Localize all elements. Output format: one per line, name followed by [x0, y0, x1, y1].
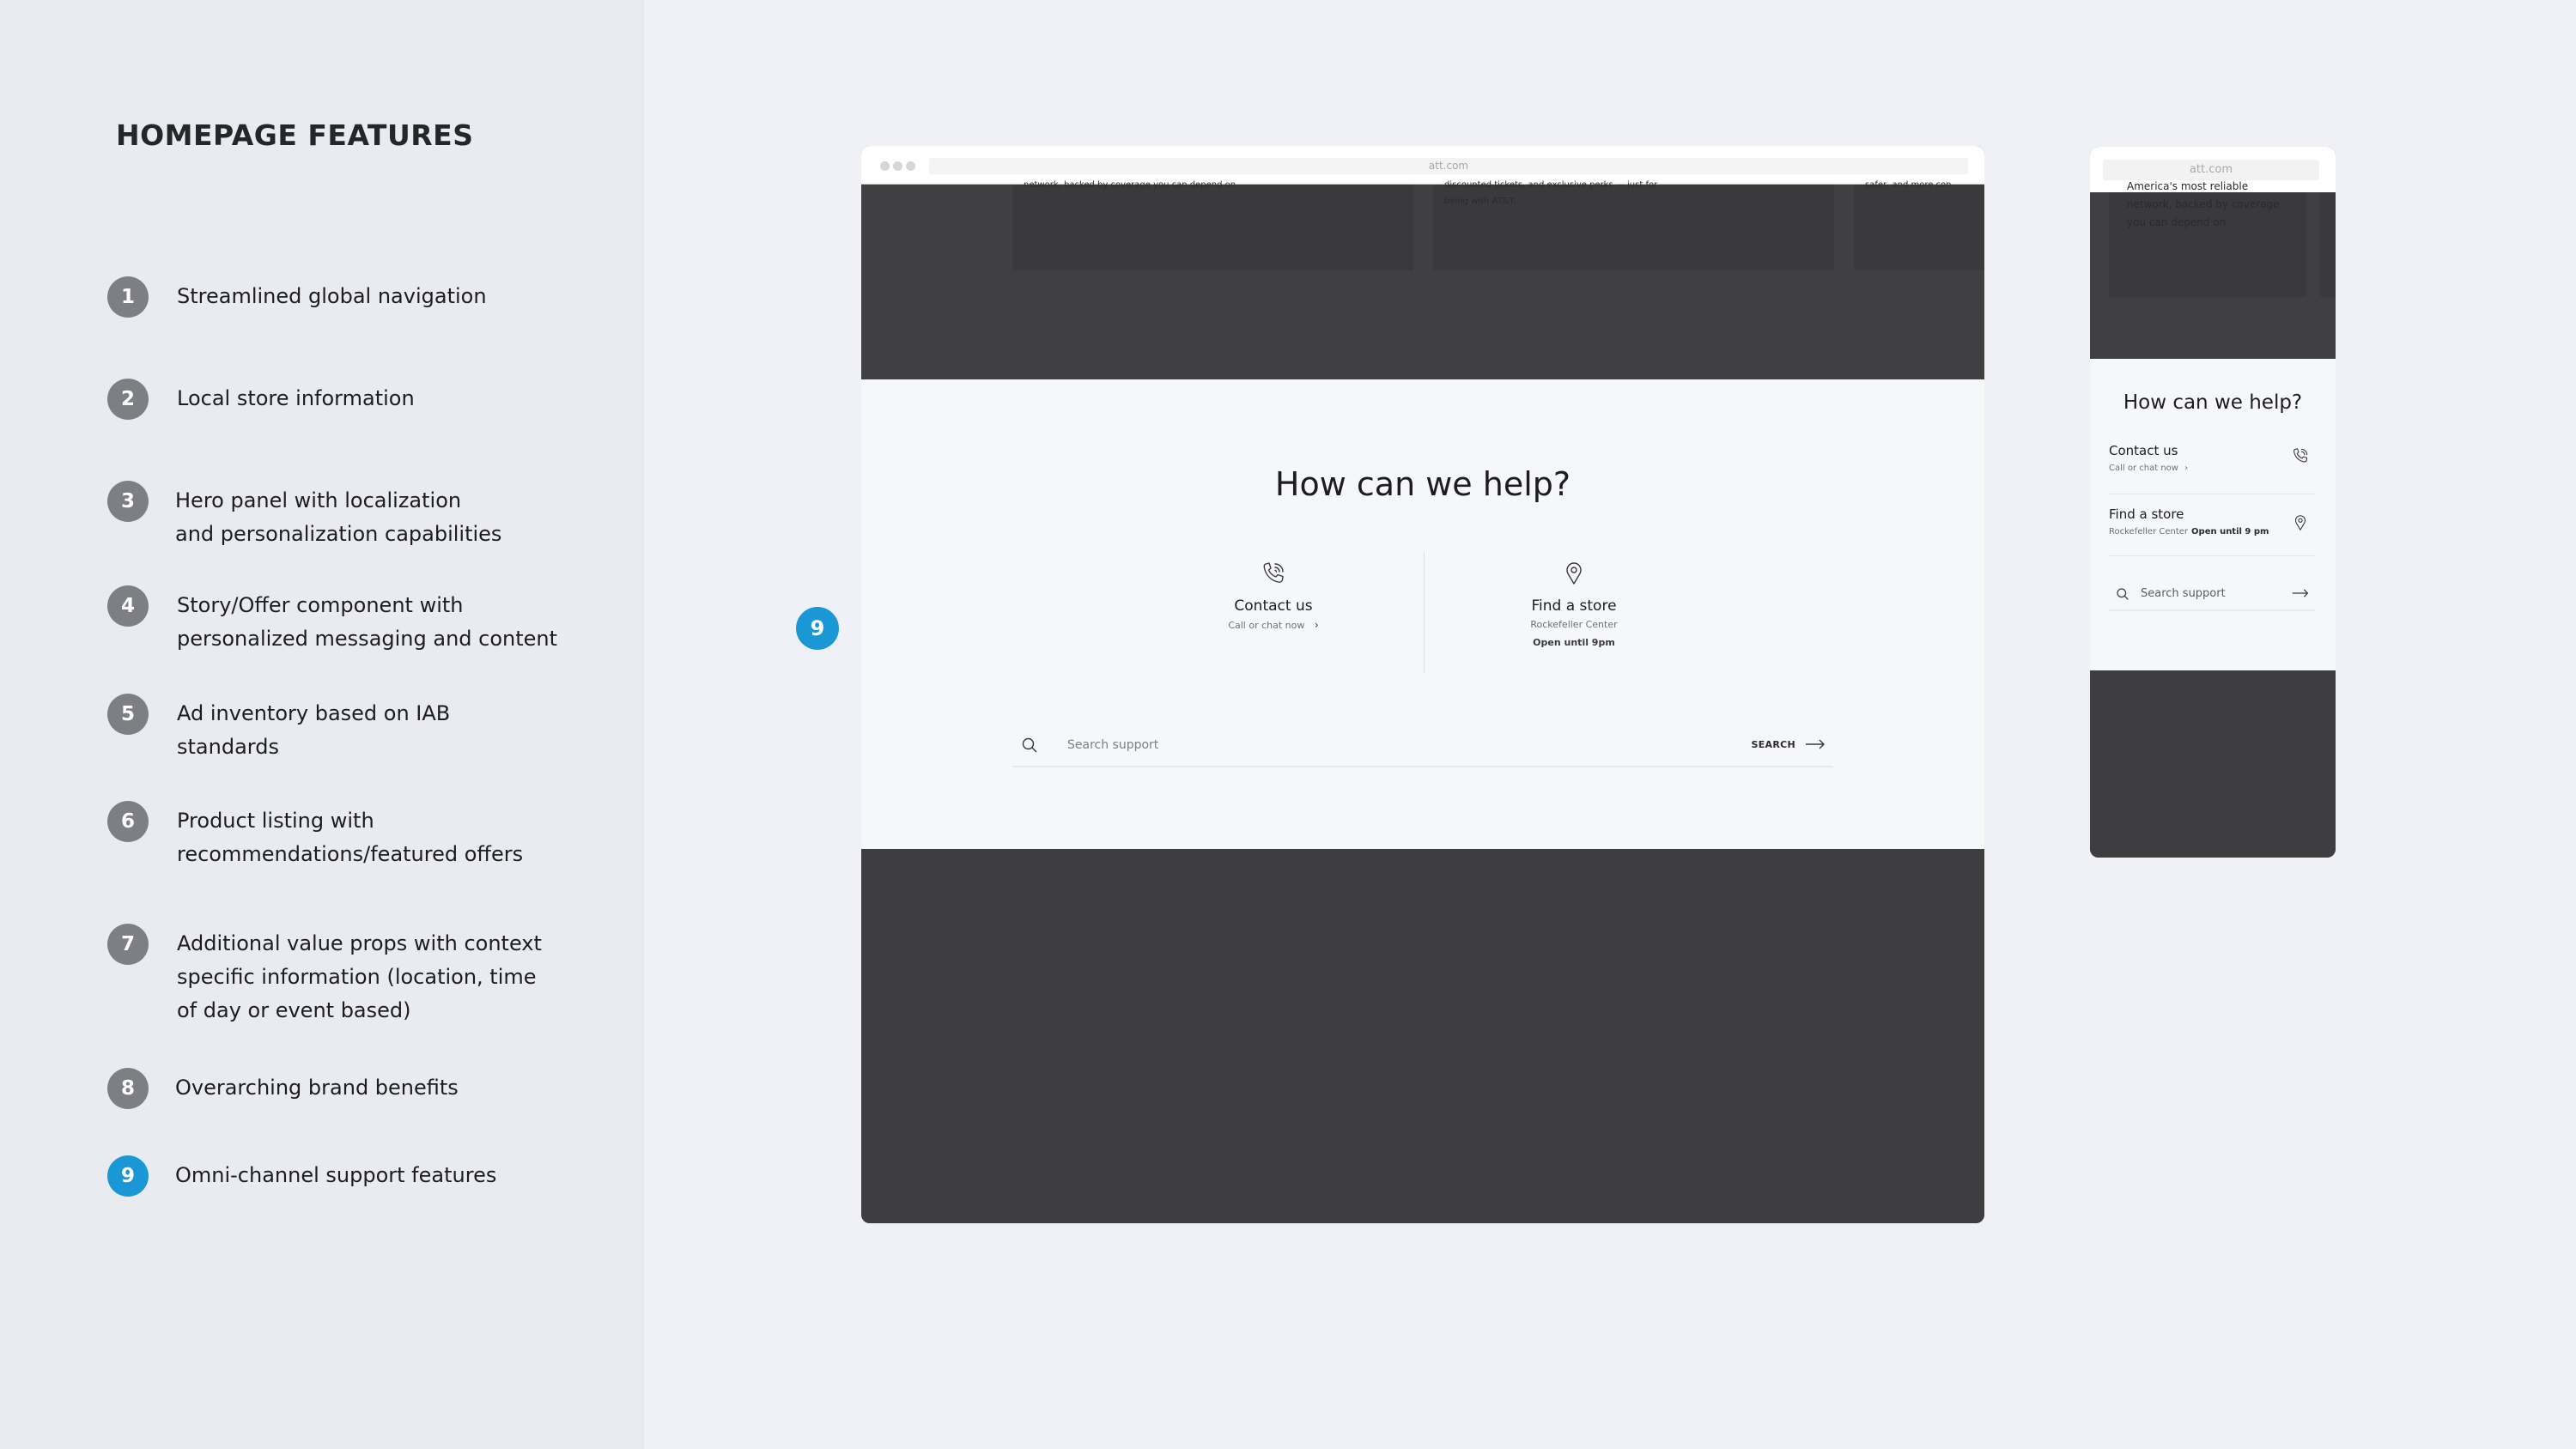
- location-pin-icon: [1566, 562, 1582, 585]
- card-text: discounted tickets, and exclusive perks …: [1444, 180, 1658, 190]
- support-search-bar: Search support SEARCH: [1012, 728, 1833, 767]
- mobile-support-title: How can we help?: [2123, 391, 2303, 414]
- callout-badge: 9: [796, 607, 839, 650]
- phone-icon: [1263, 562, 1284, 583]
- store-hours: Open until 9pm: [1533, 637, 1615, 648]
- search-icon: [1022, 737, 1037, 753]
- feature-number-badge: 7: [107, 924, 149, 965]
- feature-label: Ad inventory based on IAB standards: [177, 701, 451, 759]
- window-dot-icon: [893, 161, 902, 171]
- value-props-section: network, backed by coverage you can depe…: [861, 180, 1984, 379]
- value-prop-card: network, backed by coverage you can depe…: [1012, 180, 1413, 270]
- card-text: America's most reliable: [2127, 180, 2249, 192]
- mobile-value-prop-card: America's most reliable network, backed …: [2109, 180, 2306, 297]
- features-sidebar: HOMEPAGE FEATURES 1 Streamlined global n…: [0, 0, 644, 1449]
- chevron-right-icon: ›: [2184, 464, 2189, 473]
- feature-item-3: 3 Hero panel with localization and perso…: [107, 481, 501, 551]
- store-info: Rockefeller Center Open until 9 pm: [2109, 527, 2269, 537]
- card-text: safer, and more con: [1865, 180, 1952, 190]
- find-store-label: Find a store: [1531, 597, 1617, 615]
- window-dot-icon: [880, 161, 890, 171]
- contact-us-option[interactable]: Contact us Call or chat now ›: [1145, 560, 1402, 631]
- feature-item-6: 6 Product listing with recommendations/f…: [107, 801, 523, 871]
- feature-item-4: 4 Story/Offer component with personalize…: [107, 585, 557, 656]
- contact-us-label: Contact us: [1234, 597, 1313, 615]
- search-icon: [2117, 588, 2129, 600]
- value-prop-card: discounted tickets, and exclusive perks …: [1433, 180, 1834, 270]
- contact-us-link[interactable]: Call or chat now ›: [1145, 619, 1402, 631]
- search-button[interactable]: SEARCH: [1752, 739, 1796, 750]
- find-store-label: Find a store: [2109, 506, 2184, 522]
- feature-label: Overarching brand benefits: [175, 1076, 459, 1100]
- feature-number-badge: 3: [107, 481, 149, 522]
- phone-icon: [2293, 448, 2308, 463]
- feature-number-badge: 5: [107, 694, 149, 735]
- feature-item-1: 1 Streamlined global navigation: [107, 276, 487, 318]
- feature-item-2: 2 Local store information: [107, 379, 415, 420]
- feature-item-9: 9 Omni-channel support features: [107, 1155, 496, 1197]
- feature-label: Story/Offer component with personalized …: [177, 593, 558, 651]
- mobile-browser-mockup: att.com America's most reliable network,…: [2090, 147, 2336, 858]
- card-text: network, backed by coverage: [2127, 198, 2280, 210]
- feature-number-badge: 8: [107, 1068, 149, 1109]
- feature-number-badge-active: 9: [107, 1155, 149, 1197]
- mobile-search-bar: Search support: [2109, 580, 2315, 611]
- card-text: network, backed by coverage you can depe…: [1024, 180, 1239, 190]
- contact-us-link[interactable]: Call or chat now ›: [2109, 464, 2315, 473]
- card-text: you can depend on.: [2127, 216, 2230, 228]
- location-pin-icon: [2294, 515, 2306, 530]
- footer-section: [861, 849, 1984, 1223]
- feature-item-7: 7 Additional value props with context sp…: [107, 924, 542, 1028]
- desktop-browser-mockup: att.com network, backed by coverage you …: [861, 146, 1984, 1223]
- search-support-input[interactable]: Search support: [1067, 738, 1158, 752]
- feature-item-5: 5 Ad inventory based on IAB standards: [107, 694, 450, 764]
- window-controls: [880, 161, 915, 171]
- mobile-contact-us[interactable]: Contact us Call or chat now ›: [2109, 443, 2315, 494]
- card-text: being with AT&T.: [1444, 197, 1516, 206]
- find-store-option[interactable]: Find a store Rockefeller Center Open unt…: [1445, 560, 1703, 648]
- support-title: How can we help?: [1274, 465, 1571, 503]
- feature-label: Hero panel with localization and persona…: [175, 488, 502, 546]
- options-divider: [1424, 551, 1425, 673]
- support-section: How can we help? Contact us Call or chat…: [861, 379, 1984, 849]
- window-dot-icon: [906, 161, 915, 171]
- mobile-value-props: America's most reliable network, backed …: [2090, 180, 2336, 359]
- store-location: Rockefeller Center: [1530, 619, 1618, 630]
- value-prop-card: safer, and more con: [1854, 180, 1984, 270]
- feature-label: Streamlined global navigation: [177, 284, 487, 308]
- feature-label: Product listing with recommendations/fea…: [177, 809, 524, 866]
- sidebar-title: HOMEPAGE FEATURES: [116, 118, 474, 152]
- feature-number-badge: 4: [107, 585, 149, 627]
- feature-number-badge: 2: [107, 379, 149, 420]
- mobile-find-store[interactable]: Find a store Rockefeller Center Open unti…: [2109, 506, 2315, 556]
- feature-label: Local store information: [177, 386, 415, 410]
- mobile-support-section: How can we help? Contact us Call or chat…: [2090, 359, 2336, 670]
- feature-label: Omni-channel support features: [175, 1163, 497, 1187]
- chevron-right-icon: ›: [1314, 619, 1319, 631]
- search-support-input[interactable]: Search support: [2141, 587, 2226, 600]
- feature-number-badge: 1: [107, 276, 149, 318]
- arrow-right-icon[interactable]: [1804, 736, 1826, 753]
- url-bar[interactable]: att.com: [929, 158, 1968, 174]
- feature-item-8: 8 Overarching brand benefits: [107, 1068, 459, 1109]
- contact-us-label: Contact us: [2109, 443, 2178, 458]
- feature-number-badge: 6: [107, 801, 149, 842]
- arrow-right-icon[interactable]: [2291, 585, 2310, 601]
- mobile-value-prop-card: [2320, 192, 2336, 297]
- mobile-footer: [2090, 670, 2336, 858]
- feature-label: Additional value props with context spec…: [177, 931, 542, 1022]
